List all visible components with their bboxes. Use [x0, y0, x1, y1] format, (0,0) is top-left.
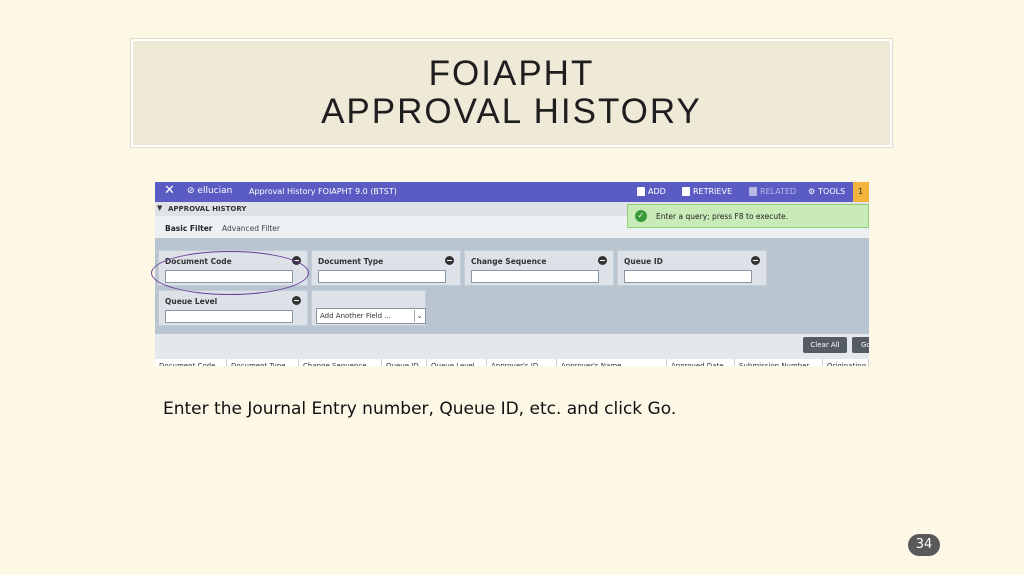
section-label: APPROVAL HISTORY: [168, 205, 247, 213]
collapse-caret-icon[interactable]: ▼: [157, 204, 162, 212]
document-type-input[interactable]: [318, 270, 446, 283]
queue-id-field: Queue ID: [617, 250, 767, 286]
ellucian-logo: ⊘ ellucian: [187, 186, 233, 196]
retrieve-button[interactable]: RETRIEVE: [682, 187, 732, 196]
notification-badge[interactable]: 1: [853, 182, 869, 202]
queue-level-input[interactable]: [165, 310, 293, 323]
check-icon: ✓: [635, 210, 647, 222]
retrieve-icon: [682, 187, 690, 196]
remove-field-icon[interactable]: [598, 256, 607, 265]
column-header[interactable]: Submission Number: [735, 359, 823, 366]
column-header[interactable]: Approver's ID: [487, 359, 557, 366]
slide-title-box: FOIAPHT APPROVAL HISTORY: [131, 39, 892, 147]
results-column-headers: Document Code Document Type Change Sequenc…: [155, 359, 869, 366]
column-header[interactable]: Approved Date: [667, 359, 735, 366]
queue-level-label: Queue Level: [165, 297, 218, 306]
column-header[interactable]: Document Type: [227, 359, 299, 366]
tools-label: TOOLS: [818, 187, 846, 196]
page-number-badge: 34: [908, 534, 940, 556]
go-button[interactable]: Go: [852, 337, 869, 353]
column-header[interactable]: Approver's Name: [557, 359, 667, 366]
column-header[interactable]: Queue Level: [427, 359, 487, 366]
app-title: Approval History FOIAPHT 9.0 (BTST): [249, 187, 397, 196]
remove-field-icon[interactable]: [445, 256, 454, 265]
close-icon[interactable]: ✕: [164, 183, 175, 198]
remove-field-icon[interactable]: [292, 296, 301, 305]
change-sequence-field: Change Sequence: [464, 250, 614, 286]
queue-id-input[interactable]: [624, 270, 752, 283]
change-sequence-label: Change Sequence: [471, 257, 547, 266]
tools-button[interactable]: ⚙ TOOLS: [808, 187, 845, 196]
gear-icon: ⚙: [808, 187, 816, 196]
document-type-label: Document Type: [318, 257, 384, 266]
chevron-down-icon: ⌄: [414, 310, 424, 322]
add-button[interactable]: ADD: [637, 187, 666, 196]
add-another-field-label: Add Another Field ...: [320, 312, 391, 320]
queue-id-label: Queue ID: [624, 257, 663, 266]
queue-level-field: Queue Level: [158, 290, 308, 326]
app-header-bar: ✕ ⊘ ellucian Approval History FOIAPHT 9.…: [155, 182, 869, 202]
column-header[interactable]: Document Code: [155, 359, 227, 366]
slide-title-line-2: APPROVAL HISTORY: [321, 92, 702, 131]
notification-banner: ✓ Enter a query; press F8 to execute.: [627, 204, 869, 228]
column-header[interactable]: Queue ID: [382, 359, 427, 366]
related-label: RELATED: [760, 187, 797, 196]
document-type-field: Document Type: [311, 250, 461, 286]
related-button[interactable]: RELATED: [749, 187, 796, 196]
tab-advanced-filter[interactable]: Advanced Filter: [222, 224, 280, 233]
add-icon: [637, 187, 645, 196]
notification-message: Enter a query; press F8 to execute.: [656, 212, 789, 221]
tab-basic-filter[interactable]: Basic Filter: [165, 224, 213, 233]
remove-field-icon[interactable]: [751, 256, 760, 265]
highlight-circle-annotation: [151, 251, 309, 295]
related-icon: [749, 187, 757, 196]
column-header[interactable]: Change Sequence: [299, 359, 382, 366]
slide-title-line-1: FOIAPHT: [428, 54, 595, 93]
clear-all-button[interactable]: Clear All: [803, 337, 847, 353]
change-sequence-input[interactable]: [471, 270, 599, 283]
add-another-field-select[interactable]: Add Another Field ... ⌄: [316, 308, 426, 324]
add-label: ADD: [648, 187, 666, 196]
logo-text: ellucian: [197, 186, 233, 196]
slide-caption: Enter the Journal Entry number, Queue ID…: [163, 399, 677, 419]
retrieve-label: RETRIEVE: [693, 187, 732, 196]
column-header[interactable]: Originating: [823, 359, 869, 366]
